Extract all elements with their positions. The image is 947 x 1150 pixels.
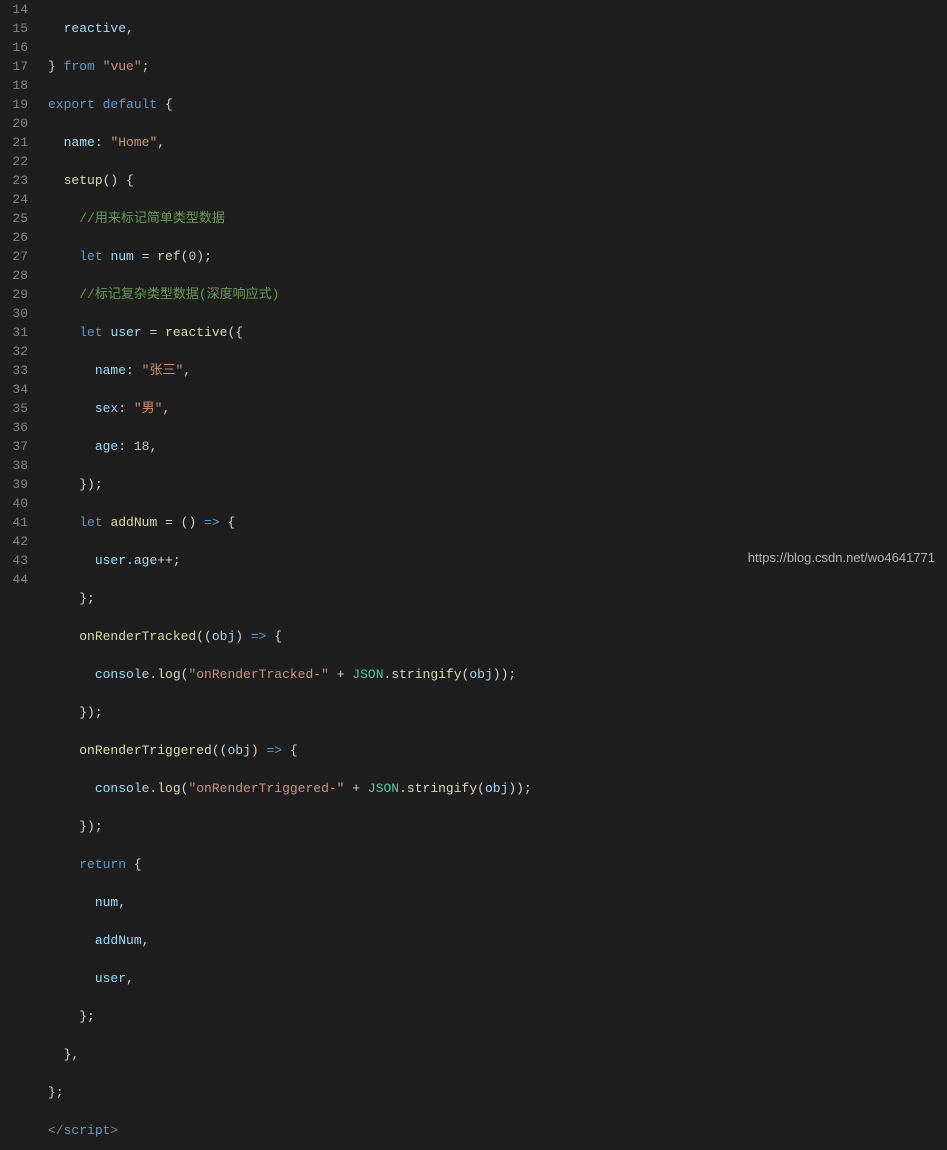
code-line[interactable]: num, [48, 893, 947, 912]
line-number: 32 [0, 342, 28, 361]
line-number: 36 [0, 418, 28, 437]
code-line[interactable]: //标记复杂类型数据(深度响应式) [48, 285, 947, 304]
line-number: 35 [0, 399, 28, 418]
code-line[interactable]: name: "张三", [48, 361, 947, 380]
line-number: 29 [0, 285, 28, 304]
code-line[interactable]: reactive, [48, 19, 947, 38]
line-number-gutter: 14 15 16 17 18 19 20 21 22 23 24 25 26 2… [0, 0, 30, 575]
code-line[interactable]: } from "vue"; [48, 57, 947, 76]
line-number: 21 [0, 133, 28, 152]
line-number: 41 [0, 513, 28, 532]
code-line[interactable]: setup() { [48, 171, 947, 190]
line-number: 43 [0, 551, 28, 570]
line-number: 20 [0, 114, 28, 133]
line-number: 34 [0, 380, 28, 399]
line-number: 44 [0, 570, 28, 589]
line-number: 15 [0, 19, 28, 38]
line-number: 27 [0, 247, 28, 266]
code-line[interactable]: user, [48, 969, 947, 988]
line-number: 28 [0, 266, 28, 285]
code-line[interactable]: let addNum = () => { [48, 513, 947, 532]
line-number: 39 [0, 475, 28, 494]
line-number: 24 [0, 190, 28, 209]
code-content[interactable]: reactive, } from "vue"; export default {… [38, 0, 947, 575]
code-line[interactable]: }, [48, 1045, 947, 1064]
line-number: 14 [0, 0, 28, 19]
code-line[interactable]: }; [48, 1083, 947, 1102]
code-line[interactable]: //用来标记简单类型数据 [48, 209, 947, 228]
line-number: 16 [0, 38, 28, 57]
line-number: 30 [0, 304, 28, 323]
code-line[interactable]: onRenderTriggered((obj) => { [48, 741, 947, 760]
code-line[interactable]: return { [48, 855, 947, 874]
code-line[interactable]: addNum, [48, 931, 947, 950]
code-line[interactable]: age: 18, [48, 437, 947, 456]
code-line[interactable]: }; [48, 589, 947, 608]
code-line[interactable]: }; [48, 1007, 947, 1026]
line-number: 19 [0, 95, 28, 114]
code-line[interactable]: }); [48, 475, 947, 494]
line-number: 37 [0, 437, 28, 456]
line-number: 33 [0, 361, 28, 380]
fold-column [30, 0, 38, 575]
line-number: 31 [0, 323, 28, 342]
code-line[interactable]: name: "Home", [48, 133, 947, 152]
code-line[interactable]: let num = ref(0); [48, 247, 947, 266]
line-number: 42 [0, 532, 28, 551]
code-line[interactable]: }); [48, 703, 947, 722]
line-number: 17 [0, 57, 28, 76]
code-line[interactable]: onRenderTracked((obj) => { [48, 627, 947, 646]
line-number: 18 [0, 76, 28, 95]
line-number: 25 [0, 209, 28, 228]
watermark-text: https://blog.csdn.net/wo4641771 [748, 548, 935, 567]
code-line[interactable]: }); [48, 817, 947, 836]
code-line[interactable]: export default { [48, 95, 947, 114]
code-line[interactable]: console.log("onRenderTracked-" + JSON.st… [48, 665, 947, 684]
code-line[interactable]: sex: "男", [48, 399, 947, 418]
line-number: 26 [0, 228, 28, 247]
code-line[interactable]: console.log("onRenderTriggered-" + JSON.… [48, 779, 947, 798]
line-number: 40 [0, 494, 28, 513]
code-editor[interactable]: 14 15 16 17 18 19 20 21 22 23 24 25 26 2… [0, 0, 947, 575]
code-line[interactable]: let user = reactive({ [48, 323, 947, 342]
code-line[interactable]: </script> [48, 1121, 947, 1140]
line-number: 38 [0, 456, 28, 475]
line-number: 22 [0, 152, 28, 171]
line-number: 23 [0, 171, 28, 190]
